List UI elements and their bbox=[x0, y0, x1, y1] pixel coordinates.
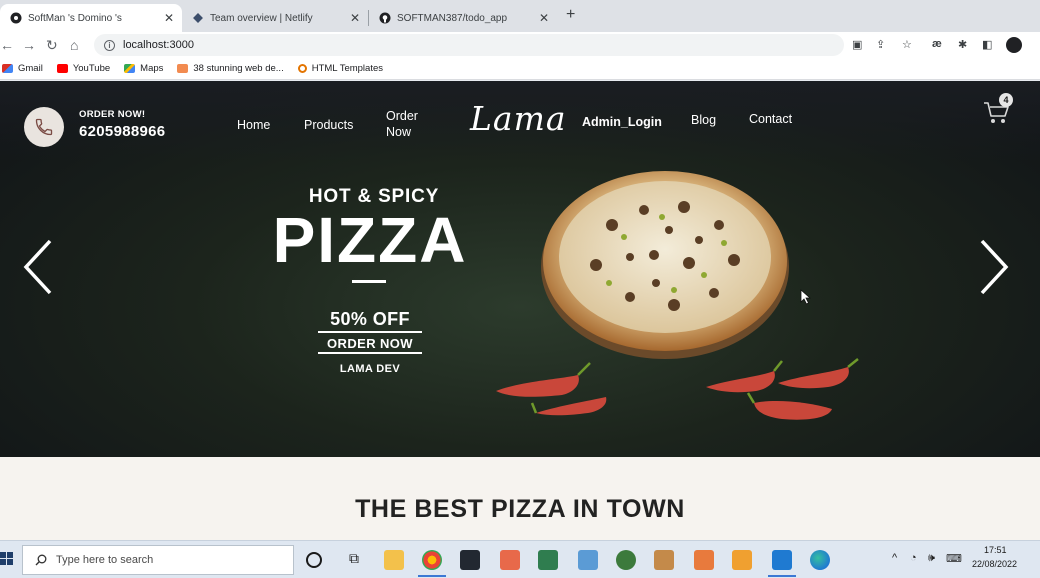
reload-icon[interactable]: ↻ bbox=[46, 36, 58, 54]
nav-order-line1: Order bbox=[386, 109, 418, 123]
hero-order-now-button[interactable]: ORDER NOW bbox=[318, 336, 422, 354]
bookmark-label: 38 stunning web de... bbox=[193, 63, 284, 74]
hero-discount: 50% OFF bbox=[318, 309, 422, 333]
xampp-icon[interactable] bbox=[694, 550, 714, 570]
windows-taskbar: Type here to search ⧉ ^ ◔ 🕪 ⌨ 17:51 22/0… bbox=[0, 540, 1040, 578]
new-tab-button[interactable]: + bbox=[566, 6, 575, 24]
tab-softman-domino[interactable]: SoftMan 's Domino 's ✕ bbox=[0, 4, 182, 32]
app-icon-orange[interactable] bbox=[500, 550, 520, 570]
node-icon[interactable] bbox=[616, 550, 636, 570]
best-pizza-section: THE BEST PIZZA IN TOWN bbox=[0, 457, 1040, 540]
terminal-icon[interactable] bbox=[460, 550, 480, 570]
active-app-indicator bbox=[418, 575, 446, 577]
gmail-icon bbox=[2, 64, 13, 73]
search-icon bbox=[297, 64, 307, 73]
cart-count-badge: 4 bbox=[999, 93, 1013, 107]
bookmark-label: Gmail bbox=[18, 63, 43, 74]
forward-icon[interactable]: → bbox=[22, 36, 36, 54]
extensions-puzzle-icon[interactable]: ✱ bbox=[958, 38, 967, 51]
chili-peppers-image bbox=[496, 358, 859, 420]
phone-icon[interactable] bbox=[24, 107, 64, 147]
nav-blog[interactable]: Blog bbox=[691, 113, 716, 127]
back-icon[interactable]: ← bbox=[0, 36, 14, 54]
nav-order-line2: Now bbox=[386, 125, 412, 139]
tab-title: SOFTMAN387/todo_app bbox=[397, 12, 508, 24]
netlify-icon bbox=[192, 12, 204, 24]
section-title: THE BEST PIZZA IN TOWN bbox=[355, 495, 685, 523]
taskbar-search-input[interactable]: Type here to search bbox=[22, 545, 294, 575]
sourcetree-icon[interactable] bbox=[538, 550, 558, 570]
home-icon[interactable]: ⌂ bbox=[70, 36, 78, 54]
bookmark-web-design[interactable]: 38 stunning web de... bbox=[177, 63, 284, 74]
nav-home[interactable]: Home bbox=[237, 118, 270, 132]
bookmark-youtube[interactable]: YouTube bbox=[56, 63, 111, 74]
tab-title: SoftMan 's Domino 's bbox=[28, 12, 122, 24]
task-view-icon[interactable]: ⧉ bbox=[344, 550, 364, 570]
clock-time[interactable]: 17:51 bbox=[984, 545, 1007, 555]
title-divider bbox=[352, 280, 386, 283]
file-explorer-icon[interactable] bbox=[384, 550, 404, 570]
info-icon[interactable]: i bbox=[104, 39, 115, 51]
browser-tab-bar: SoftMan 's Domino 's ✕ Team overview | N… bbox=[0, 0, 1040, 32]
bookmark-maps[interactable]: Maps bbox=[124, 63, 163, 74]
order-now-label: ORDER NOW! bbox=[79, 109, 146, 120]
share-icon[interactable]: ⇪ bbox=[876, 38, 885, 51]
youtube-icon bbox=[56, 64, 68, 73]
bookmark-label: HTML Templates bbox=[311, 63, 383, 74]
close-icon[interactable]: ✕ bbox=[539, 11, 549, 25]
notepad-icon[interactable] bbox=[578, 550, 598, 570]
hero-slider: ORDER NOW! 6205988966 Home Products Orde… bbox=[0, 81, 1040, 457]
cortana-icon[interactable] bbox=[306, 552, 322, 568]
vscode-icon[interactable] bbox=[772, 550, 792, 570]
bookmark-html-templates[interactable]: HTML Templates bbox=[297, 63, 383, 74]
bookmark-gmail[interactable]: Gmail bbox=[2, 63, 43, 74]
github-icon bbox=[379, 12, 391, 24]
arrow-right-icon[interactable] bbox=[974, 237, 1014, 297]
bookmark-label: YouTube bbox=[72, 63, 111, 74]
volume-icon[interactable]: 🕪 bbox=[928, 552, 935, 565]
nav-order-now[interactable]: Order Now bbox=[386, 108, 418, 140]
tab-github-todo[interactable]: SOFTMAN387/todo_app ✕ bbox=[369, 4, 557, 32]
site-icon bbox=[10, 12, 22, 24]
hero-title: PIZZA bbox=[272, 204, 468, 276]
tab-netlify[interactable]: Team overview | Netlify ✕ bbox=[182, 4, 368, 32]
bookmark-icon bbox=[177, 64, 189, 73]
nav-contact[interactable]: Contact bbox=[749, 112, 792, 126]
nav-admin-login[interactable]: Admin_Login bbox=[582, 115, 662, 129]
translate-icon[interactable]: ▣ bbox=[852, 38, 862, 51]
profile-avatar[interactable] bbox=[1006, 37, 1022, 53]
hero-author: LAMA DEV bbox=[339, 363, 401, 375]
address-bar[interactable]: i localhost:3000 bbox=[94, 34, 844, 56]
close-icon[interactable]: ✕ bbox=[164, 11, 174, 25]
close-icon[interactable]: ✕ bbox=[350, 11, 360, 25]
tab-title: Team overview | Netlify bbox=[210, 12, 313, 24]
windows-start-icon[interactable] bbox=[0, 551, 14, 567]
arrow-left-icon[interactable] bbox=[18, 237, 58, 297]
side-panel-icon[interactable]: ◧ bbox=[982, 38, 992, 51]
chrome-icon[interactable] bbox=[422, 550, 442, 570]
wifi-icon[interactable]: ◔ bbox=[910, 552, 917, 564]
edge-icon[interactable] bbox=[810, 550, 830, 570]
paint-icon[interactable] bbox=[654, 550, 674, 570]
site-logo[interactable]: Lama bbox=[470, 99, 567, 138]
bookmarks-bar: Gmail YouTube Maps 38 stunning web de...… bbox=[0, 58, 1040, 80]
pizza-image bbox=[541, 171, 789, 359]
nav-products[interactable]: Products bbox=[304, 118, 353, 132]
bookmark-label: Maps bbox=[140, 63, 164, 74]
extension-ae-icon[interactable]: æ bbox=[932, 38, 942, 50]
sublime-icon[interactable] bbox=[732, 550, 752, 570]
search-icon bbox=[35, 554, 47, 566]
web-page: ORDER NOW! 6205988966 Home Products Orde… bbox=[0, 81, 1040, 540]
clock-date[interactable]: 22/08/2022 bbox=[972, 559, 1017, 569]
mouse-pointer-icon bbox=[800, 289, 812, 305]
keyboard-icon[interactable]: ⌨ bbox=[946, 552, 962, 565]
search-placeholder: Type here to search bbox=[56, 554, 154, 566]
bookmark-star-icon[interactable]: ☆ bbox=[902, 38, 912, 51]
active-app-indicator bbox=[768, 575, 796, 577]
phone-number[interactable]: 6205988966 bbox=[79, 123, 165, 140]
tray-chevron-icon[interactable]: ^ bbox=[892, 552, 897, 564]
url-text: localhost:3000 bbox=[123, 39, 194, 51]
maps-icon bbox=[124, 64, 136, 73]
browser-toolbar: ← → ↻ ⌂ i localhost:3000 ▣ ⇪ ☆ æ ✱ ◧ bbox=[0, 32, 1040, 58]
